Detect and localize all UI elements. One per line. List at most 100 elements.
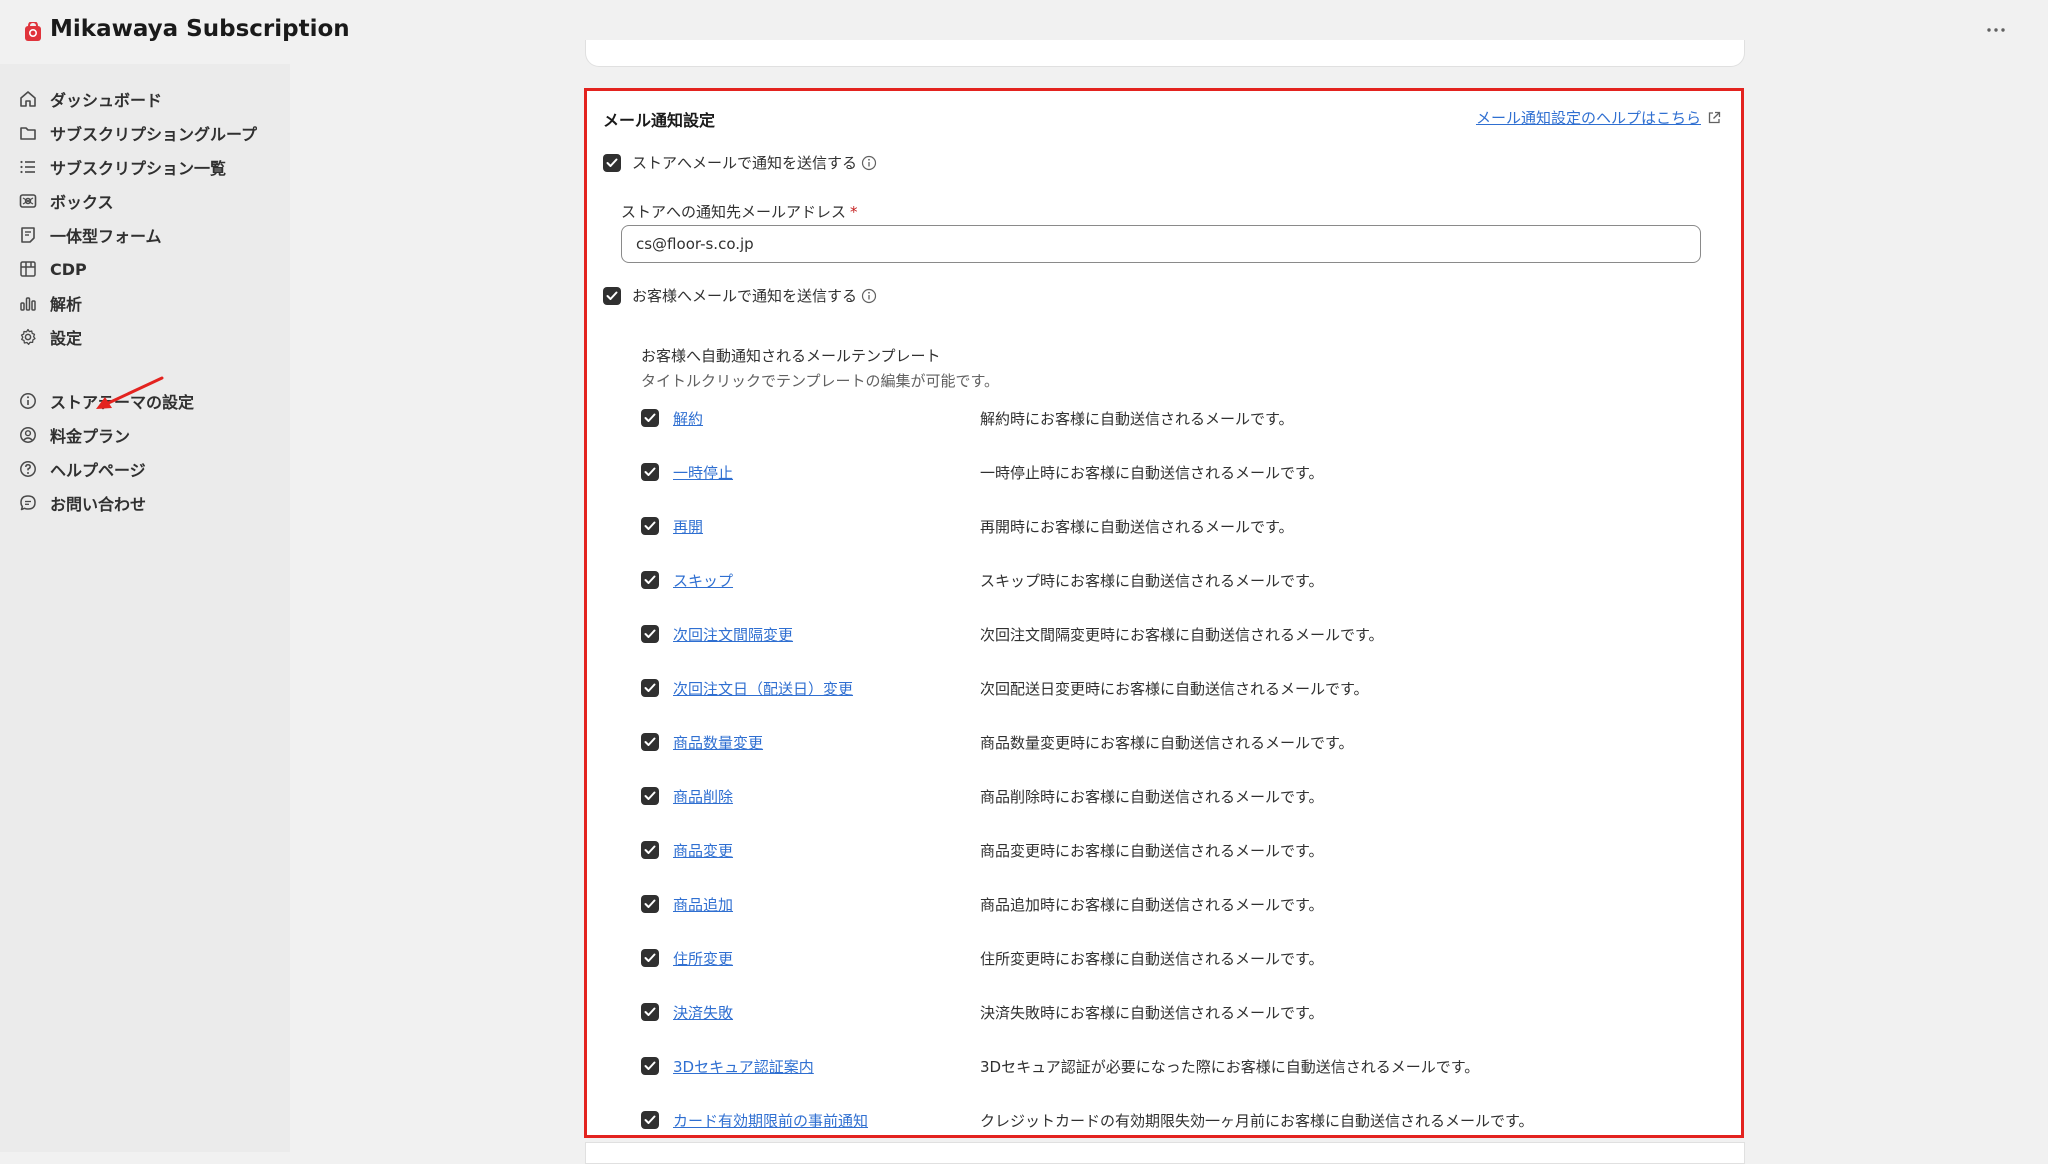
template-row: カード有効期限前の事前通知 クレジットカードの有効期限失効一ヶ月前にお客様に自動送… [641,1108,1701,1132]
template-description: 再開時にお客様に自動送信されるメールです。 [980,518,1294,536]
template-row: 商品数量変更 商品数量変更時にお客様に自動送信されるメールです。 [641,730,1701,754]
help-link-text: メール通知設定のヘルプはこちら [1475,109,1701,127]
sidebar-item-box[interactable]: ボックス [18,186,278,216]
sidebar-item-subscription-list[interactable]: サブスクリプション一覧 [18,152,278,182]
template-row: 解約 解約時にお客様に自動送信されるメールです。 [641,406,1701,430]
template-checkbox[interactable] [641,1111,659,1129]
template-title-link[interactable]: 決済失敗 [673,1002,733,1023]
customer-email-toggle[interactable]: お客様へメールで通知を送信する [603,285,877,306]
template-row: 3Dセキュア認証案内 3Dセキュア認証が必要になった際にお客様に自動送信されるメー… [641,1054,1701,1078]
sidebar-item-label: ダッシュボード [50,91,163,110]
template-title-link[interactable]: 3Dセキュア認証案内 [673,1056,814,1077]
template-checkbox[interactable] [641,463,659,481]
template-row: 商品削除 商品削除時にお客様に自動送信されるメールです。 [641,784,1701,808]
more-actions-icon[interactable] [1984,18,2008,42]
store-email-toggle-label: ストアへメールで通知を送信する [632,154,858,172]
customer-email-checkbox[interactable] [603,286,621,305]
template-description: クレジットカードの有効期限失効一ヶ月前にお客様に自動送信されるメールです。 [980,1112,1534,1130]
sidebar-item-label: サブスクリプショングループ [50,125,258,144]
gear-icon [18,327,38,347]
info-icon[interactable] [861,288,877,304]
template-row: 一時停止 一時停止時にお客様に自動送信されるメールです。 [641,460,1701,484]
mail-help-link[interactable]: メール通知設定のヘルプはこちら [1476,107,1721,128]
sidebar-item-label: ヘルプページ [50,461,146,480]
template-description: 住所変更時にお客様に自動送信されるメールです。 [980,950,1324,968]
mail-notification-settings-card: メール通知設定 メール通知設定のヘルプはこちら ストアへメールで通知を送信する … [584,88,1744,1138]
sidebar-item-integrated-form[interactable]: 一体型フォーム [18,220,278,250]
template-description: 商品追加時にお客様に自動送信されるメールです。 [980,896,1324,914]
info-icon [18,391,38,411]
template-row: スキップ スキップ時にお客様に自動送信されるメールです。 [641,568,1701,592]
template-row: 決済失敗 決済失敗時にお客様に自動送信されるメールです。 [641,1000,1701,1024]
template-title-link[interactable]: 次回注文間隔変更 [673,624,793,645]
sidebar-item-help-page[interactable]: ヘルプページ [18,454,278,484]
template-row: 再開 再開時にお客様に自動送信されるメールです。 [641,514,1701,538]
sidebar-item-label: 一体型フォーム [50,227,162,246]
annotation-arrow-icon [96,376,164,409]
templates-heading: お客様へ自動通知されるメールテンプレート [641,347,941,365]
template-checkbox[interactable] [641,895,659,913]
store-email-checkbox[interactable] [603,153,621,172]
home-icon [18,89,38,109]
sidebar-item-label: サブスクリプション一覧 [50,159,227,178]
template-checkbox[interactable] [641,1057,659,1075]
template-row: 次回注文日（配送日）変更 次回配送日変更時にお客様に自動送信されるメールです。 [641,676,1701,700]
template-description: 次回注文間隔変更時にお客様に自動送信されるメールです。 [980,626,1384,644]
template-row: 住所変更 住所変更時にお客様に自動送信されるメールです。 [641,946,1701,970]
template-checkbox[interactable] [641,409,659,427]
sidebar-item-label: 料金プラン [50,427,131,446]
store-email-toggle[interactable]: ストアへメールで通知を送信する [603,152,877,173]
sidebar-item-cdp[interactable]: CDP [18,254,278,284]
template-checkbox[interactable] [641,1003,659,1021]
template-checkbox[interactable] [641,571,659,589]
template-description: 解約時にお客様に自動送信されるメールです。 [980,410,1294,428]
sidebar-item-contact[interactable]: お問い合わせ [18,488,278,518]
sidebar-item-pricing-plan[interactable]: 料金プラン [18,420,278,450]
template-row: 商品追加 商品追加時にお客様に自動送信されるメールです。 [641,892,1701,916]
template-checkbox[interactable] [641,841,659,859]
store-email-label-text: ストアへの通知先メールアドレス [621,203,847,221]
store-email-field-label: ストアへの通知先メールアドレス * [621,201,858,222]
template-title-link[interactable]: 解約 [673,408,703,429]
template-description: 決済失敗時にお客様に自動送信されるメールです。 [980,1004,1324,1022]
template-title-link[interactable]: 再開 [673,516,703,537]
template-checkbox[interactable] [641,787,659,805]
template-description: 一時停止時にお客様に自動送信されるメールです。 [980,464,1324,482]
template-checkbox[interactable] [641,679,659,697]
templates-subheading: タイトルクリックでテンプレートの編集が可能です。 [641,372,1000,390]
template-title-link[interactable]: スキップ [673,570,733,591]
sidebar-item-label: CDP [50,259,87,279]
template-title-link[interactable]: 次回注文日（配送日）変更 [673,678,853,699]
template-title-link[interactable]: 商品数量変更 [673,732,763,753]
sidebar-item-settings[interactable]: 設定 [18,322,278,352]
sidebar-item-label: お問い合わせ [50,495,147,514]
template-title-link[interactable]: 商品削除 [673,786,733,807]
template-title-link[interactable]: 商品追加 [673,894,733,915]
box-icon [18,191,38,211]
template-checkbox[interactable] [641,949,659,967]
template-title-link[interactable]: カード有効期限前の事前通知 [673,1110,868,1131]
chat-icon [18,493,38,513]
info-icon[interactable] [861,155,877,171]
next-card [585,1142,1745,1164]
store-email-input[interactable] [621,225,1701,263]
template-title-link[interactable]: 住所変更 [673,948,733,969]
sidebar-item-label: ボックス [50,193,114,212]
template-title-link[interactable]: 商品変更 [673,840,733,861]
customer-email-toggle-label: お客様へメールで通知を送信する [632,287,858,305]
external-link-icon [1708,111,1721,123]
person-icon [18,425,38,445]
template-title-link[interactable]: 一時停止 [673,462,733,483]
template-description: 商品削除時にお客様に自動送信されるメールです。 [980,788,1324,806]
template-description: 3Dセキュア認証が必要になった際にお客様に自動送信されるメールです。 [980,1058,1480,1076]
template-checkbox[interactable] [641,517,659,535]
chart-icon [18,293,38,313]
template-row: 商品変更 商品変更時にお客様に自動送信されるメールです。 [641,838,1701,862]
template-checkbox[interactable] [641,625,659,643]
template-description: 商品数量変更時にお客様に自動送信されるメールです。 [980,734,1354,752]
template-checkbox[interactable] [641,733,659,751]
sidebar-item-analytics[interactable]: 解析 [18,288,278,318]
sidebar-item-dashboard[interactable]: ダッシュボード [18,84,278,114]
template-description: スキップ時にお客様に自動送信されるメールです。 [980,572,1324,590]
sidebar-item-subscription-groups[interactable]: サブスクリプショングループ [18,118,278,148]
